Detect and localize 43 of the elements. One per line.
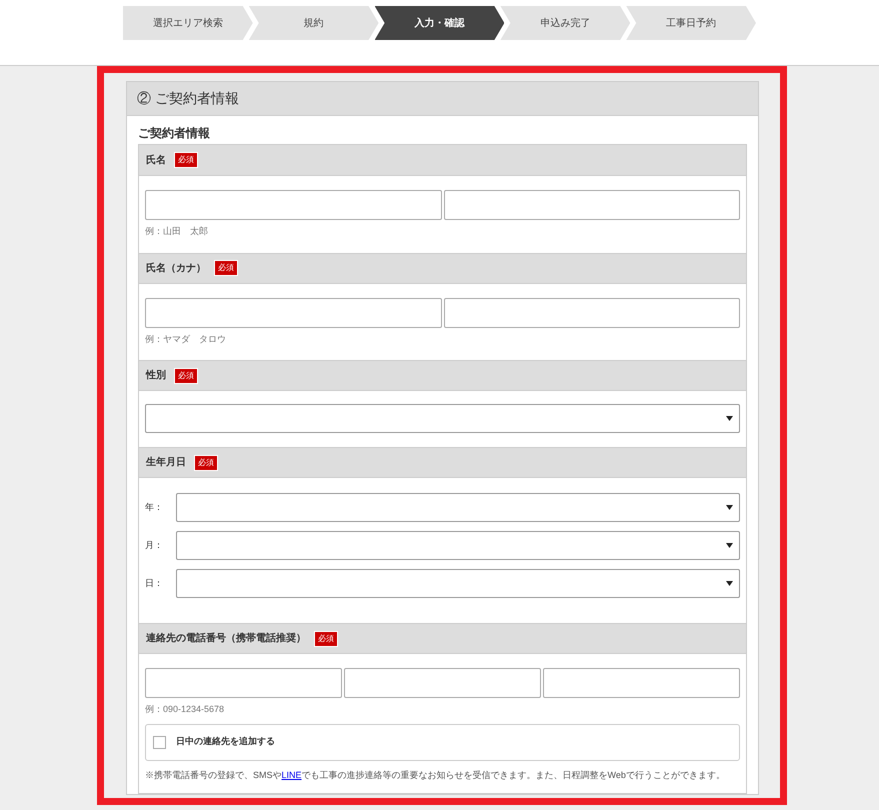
progress-step: 規約: [248, 6, 379, 40]
text-input[interactable]: [145, 668, 342, 698]
required-badge: 必須: [174, 368, 198, 384]
date-part-label: 年：: [145, 500, 164, 514]
text-input[interactable]: [543, 668, 740, 698]
dropdown-caret-icon: [726, 581, 733, 586]
example-text: 例：ヤマダ タロウ: [145, 332, 227, 346]
subsection-title: ご契約者情報: [138, 125, 211, 142]
select-field[interactable]: [176, 569, 740, 598]
field-label: 生年月日: [146, 456, 186, 470]
note-text: ※携帯電話番号の登録で、SMSや: [145, 770, 282, 780]
text-input[interactable]: [145, 298, 442, 328]
text-input[interactable]: [344, 668, 541, 698]
field-label: 性別: [146, 368, 166, 383]
field-label: 氏名（カナ）: [146, 262, 206, 276]
checkbox-option[interactable]: 日中の連絡先を追加する: [145, 724, 740, 760]
field-label: 氏名: [146, 154, 166, 168]
dropdown-caret-icon: [726, 543, 733, 548]
section-title: ② ご契約者情報: [127, 82, 758, 116]
progress-step: 申込み完了: [500, 6, 630, 40]
text-input[interactable]: [444, 190, 740, 220]
select-field[interactable]: [176, 531, 740, 560]
example-text: 例：山田 太郎: [145, 225, 209, 238]
progress-step: 工事日予約: [626, 6, 756, 40]
note-text: でも工事の進捗連絡等の重要なお知らせを受信できます。また、日程調整をWebで行うことができます。: [302, 770, 725, 780]
required-badge: 必須: [314, 630, 338, 646]
progress-step: 入力・確認: [374, 6, 504, 40]
example-text: 例：090-1234-5678: [145, 703, 226, 716]
select-field[interactable]: [145, 404, 740, 433]
checkbox-icon: [153, 736, 166, 748]
required-badge: 必須: [194, 454, 218, 470]
field-label: 連絡先の電話番号（携帯電話推奨）: [146, 632, 306, 646]
required-badge: 必須: [214, 260, 238, 276]
dropdown-caret-icon: [726, 505, 733, 510]
line-link[interactable]: LINE: [282, 770, 302, 780]
dropdown-caret-icon: [726, 416, 733, 421]
select-field[interactable]: [176, 493, 740, 522]
text-input[interactable]: [444, 298, 740, 328]
date-part-label: 日：: [145, 576, 164, 590]
text-input[interactable]: [145, 190, 442, 220]
required-badge: 必須: [174, 152, 198, 168]
progress-step: 選択エリア検索: [123, 6, 253, 40]
date-part-label: 月：: [145, 538, 164, 552]
